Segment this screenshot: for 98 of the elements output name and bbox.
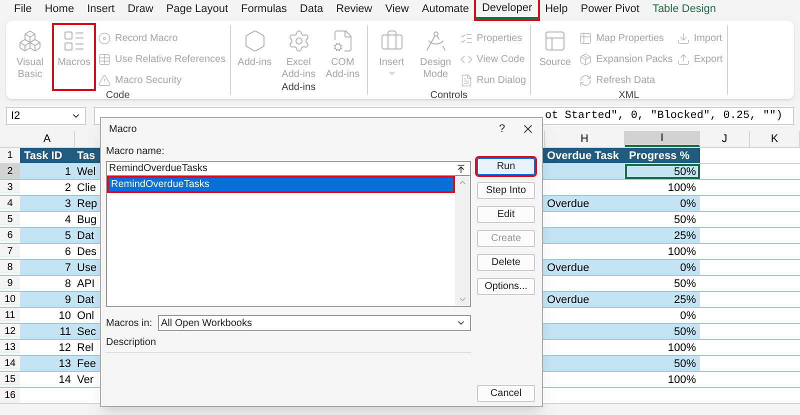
dialog-button[interactable]: Delete [477, 254, 535, 271]
field-label: Description [106, 335, 471, 353]
column-header[interactable]: K [750, 131, 800, 147]
table-cell: 11 [20, 324, 75, 339]
group-label: Code [104, 89, 131, 103]
dialog-button[interactable]: Cancel [477, 385, 535, 402]
dialog-button[interactable]: Options... [477, 278, 535, 295]
package-icon [579, 52, 592, 66]
formula-text: ot Started", 0, "Blocked", 0.25, "") [545, 108, 783, 124]
menu-tab[interactable]: Review [330, 0, 378, 19]
group-label: XML [618, 89, 640, 103]
group-label: Add-ins [280, 81, 317, 95]
scroll-down-icon[interactable] [458, 295, 467, 304]
dropdown-value: All Open Workbooks [160, 316, 253, 330]
table-header-cell: Overdue Task [545, 148, 625, 163]
row-header[interactable]: 9 [0, 276, 20, 291]
table-cell: 50% [625, 324, 700, 339]
scroll-up-icon[interactable] [458, 178, 467, 187]
row-header[interactable]: 4 [0, 196, 20, 211]
row-header[interactable]: 3 [0, 180, 20, 195]
column-header[interactable]: J [700, 131, 750, 147]
table-cell: Overdue [545, 292, 625, 307]
menu-tab[interactable]: Table Design [646, 0, 722, 19]
macro-list[interactable]: RemindOverdueTasks [106, 176, 471, 307]
record-icon [98, 32, 111, 44]
table-cell: 0% [625, 260, 700, 275]
table-cell: 3 [20, 196, 75, 211]
row-header[interactable]: 11 [0, 308, 20, 323]
row-header[interactable]: 7 [0, 244, 20, 259]
menu-tab[interactable]: Help [539, 0, 574, 19]
table-header-cell: Task ID [20, 148, 75, 163]
row-header[interactable]: 12 [0, 324, 20, 339]
import-icon [676, 32, 690, 44]
document-icon [460, 74, 473, 86]
table-cell: 5 [20, 228, 75, 243]
row-header[interactable]: 2 [0, 164, 20, 179]
macros-in-dropdown[interactable]: All Open Workbooks [158, 315, 471, 331]
grid-icon [98, 52, 111, 66]
row-header[interactable]: 5 [0, 212, 20, 227]
field-label: Macros in: [106, 316, 154, 330]
hexagon-icon [242, 29, 267, 53]
dialog-button[interactable]: Step Into [477, 182, 535, 199]
name-box[interactable]: I2 [6, 107, 86, 125]
menu-tab[interactable]: Data [294, 0, 330, 19]
group-label: Controls [429, 89, 468, 103]
dialog-title: Macro [109, 122, 138, 136]
table-cell: 0% [625, 196, 700, 211]
row-header[interactable]: 1 [0, 148, 20, 163]
cell-reference: I2 [11, 108, 20, 124]
scrollbar[interactable] [455, 176, 470, 306]
table-cell: 7 [20, 260, 75, 275]
dialog-button[interactable]: Run [477, 158, 535, 175]
table-cell: 1 [20, 164, 75, 179]
table-cell: 25% [625, 292, 700, 307]
field-label: Macro name: [106, 145, 166, 159]
boxes-icon [18, 29, 42, 53]
row-header[interactable]: 10 [0, 292, 20, 307]
table-icon [579, 32, 592, 44]
list-icon [460, 32, 473, 44]
table-cell: Overdue [545, 196, 625, 211]
menu-tab[interactable]: Automate [416, 0, 475, 19]
column-header[interactable]: A [20, 131, 75, 147]
row-header[interactable]: 14 [0, 356, 20, 371]
row-header[interactable]: 8 [0, 260, 20, 275]
menu-tab[interactable]: Insert [81, 0, 121, 19]
menu-tab[interactable]: File [8, 0, 38, 19]
table-cell: 50% [625, 356, 700, 371]
panels-icon [543, 29, 568, 53]
table-cell: 9 [20, 292, 75, 307]
warning-icon [98, 74, 111, 86]
row-header[interactable]: 13 [0, 340, 20, 355]
macro-list-item[interactable]: RemindOverdueTasks [109, 178, 453, 191]
table-cell: 50% [625, 164, 700, 179]
menu-tab[interactable]: View [379, 0, 415, 19]
field-value: RemindOverdueTasks [108, 162, 208, 176]
table-cell: Overdue [545, 260, 625, 275]
compass-icon [424, 29, 448, 53]
menu-tab[interactable]: Draw [122, 0, 160, 19]
menu-tab[interactable]: Page Layout [160, 0, 234, 19]
gear-icon [286, 29, 311, 53]
row-header[interactable]: 16 [0, 388, 20, 403]
export-icon [676, 52, 690, 66]
table-cell: 13 [20, 356, 75, 371]
menu-tab[interactable]: Power Pivot [574, 0, 646, 19]
list-sheet-icon [62, 29, 86, 53]
refresh-icon [579, 74, 592, 86]
menu-tab[interactable]: Developer [476, 0, 538, 19]
row-header[interactable]: 6 [0, 228, 20, 243]
close-icon [521, 122, 535, 136]
table-cell: 25% [625, 228, 700, 243]
dialog-button[interactable]: Edit [477, 206, 535, 223]
row-header[interactable]: 15 [0, 372, 20, 387]
upload-arrow-icon[interactable] [456, 164, 466, 174]
menu-tab[interactable]: Home [38, 0, 80, 19]
macro-name-field[interactable]: RemindOverdueTasks [106, 161, 471, 176]
table-header-cell: Progress % [625, 148, 700, 163]
menu-tab[interactable]: Formulas [235, 0, 293, 19]
column-header[interactable]: I [625, 131, 700, 147]
